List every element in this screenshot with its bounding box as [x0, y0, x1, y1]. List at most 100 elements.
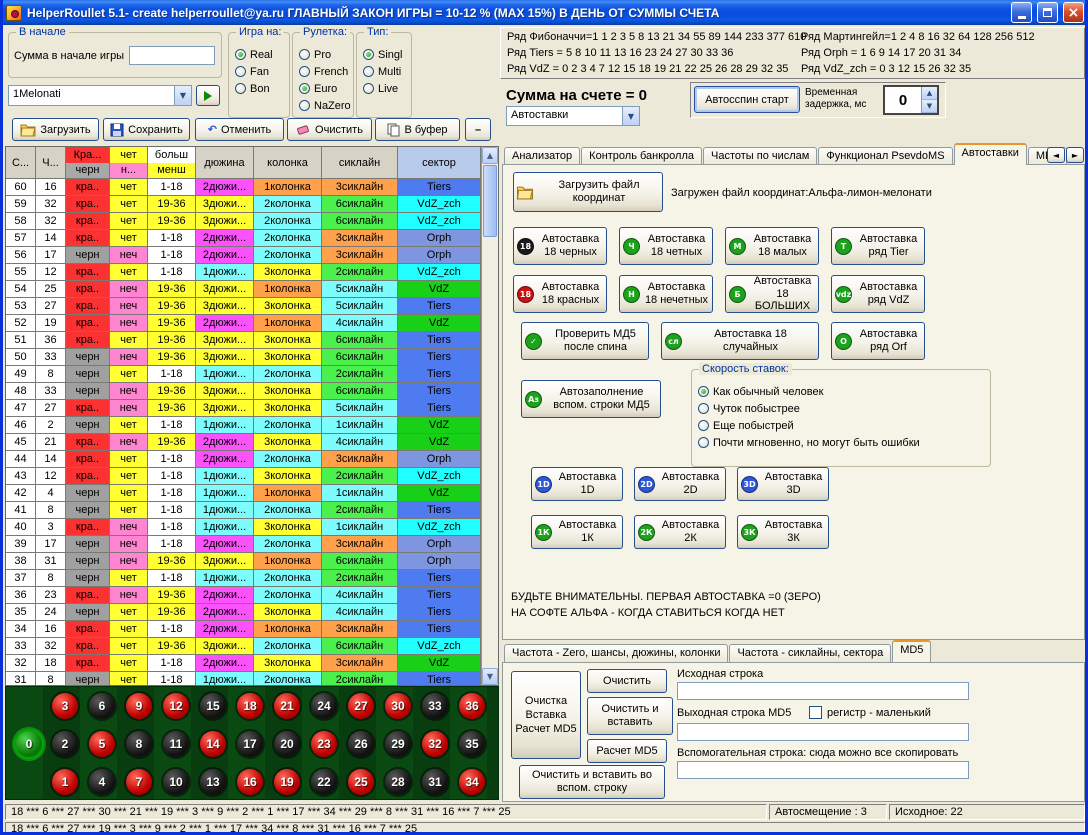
table-row[interactable]: 462чернчет1-181дюжи...2колонка1сиклайнVd… [6, 417, 481, 434]
autospin-start-button[interactable]: Автосспин старт [694, 86, 800, 113]
chevron-down-icon[interactable]: ▼ [174, 86, 191, 105]
board-number-0[interactable]: 0 [16, 731, 42, 757]
tab-функционал-psevdoms[interactable]: Функционал PsevdoMS [818, 147, 952, 165]
bet-button-автоставка-18-красных[interactable]: 18Автоставка 18 красных [513, 275, 607, 313]
tab-автоставки[interactable]: Автоставки [954, 143, 1027, 165]
table-row[interactable]: 498чернчет1-181дюжи...2колонка2сиклайнTi… [6, 366, 481, 383]
minimize-button[interactable] [1011, 2, 1032, 23]
radio-как-обычный-человек[interactable]: Как обычный человек [698, 383, 988, 400]
table-row[interactable]: 4833черннеч19-363дюжи...3колонка6сиклайн… [6, 383, 481, 400]
scroll-up-icon[interactable]: ▲ [482, 147, 498, 164]
save-button[interactable]: Сохранить [103, 118, 190, 141]
board-number-3[interactable]: 3 [52, 693, 78, 719]
table-row[interactable]: 5832кра..чет19-363дюжи...2колонка6сиклай… [6, 213, 481, 230]
table-row[interactable]: 3623кра..неч19-362дюжи...2колонка4сиклай… [6, 587, 481, 604]
bet-button-автоставка-3к[interactable]: 3КАвтоставка 3К [737, 515, 829, 549]
board-number-6[interactable]: 6 [89, 693, 115, 719]
radio-real[interactable]: Real [235, 46, 287, 63]
delay-value[interactable]: 0 [885, 87, 921, 113]
board-number-7[interactable]: 7 [126, 769, 152, 795]
radio-live[interactable]: Live [363, 80, 409, 97]
md5-source-input[interactable] [677, 682, 969, 700]
bet-button-автоставка-3d[interactable]: 3DАвтоставка 3D [737, 467, 829, 501]
table-row[interactable]: 378чернчет1-181дюжи...2колонка2сиклайнTi… [6, 570, 481, 587]
tab-частота-сиклайны-сектора[interactable]: Частота - сиклайны, сектора [729, 644, 891, 662]
board-number-17[interactable]: 17 [237, 731, 263, 757]
board-number-31[interactable]: 31 [422, 769, 448, 795]
scroll-down-icon[interactable]: ▼ [482, 668, 498, 685]
table-row[interactable]: 5714кра..чет1-182дюжи...2колонка3сиклайн… [6, 230, 481, 247]
radio-fan[interactable]: Fan [235, 63, 287, 80]
bet-button-автозаполнение-вспом-строки-мд5[interactable]: АзАвтозаполнение вспом. строки МД5 [521, 380, 661, 418]
load-button[interactable]: Загрузить [12, 118, 99, 141]
radio-singl[interactable]: Singl [363, 46, 409, 63]
radio-pro[interactable]: Pro [299, 46, 351, 63]
bet-button-автоставка-2d[interactable]: 2DАвтоставка 2D [634, 467, 726, 501]
table-row[interactable]: 5136кра..чет19-363дюжи...3колонка6сиклай… [6, 332, 481, 349]
autobets-combobox[interactable]: Автоставки ▼ [506, 106, 640, 126]
table-row[interactable]: 5327кра..неч19-363дюжи...3колонка5сиклай… [6, 298, 481, 315]
md5-output-input[interactable] [677, 723, 969, 741]
bet-button-автоставка-ряд-tier[interactable]: ТАвтоставка ряд Tier [831, 227, 925, 265]
table-row[interactable]: 4521кра..неч19-362дюжи...3колонка4сиклай… [6, 434, 481, 451]
md5-clear-paste-helper-button[interactable]: Очистить и вставить во вспом. строку [519, 765, 665, 799]
table-row[interactable]: 5932кра..чет19-363дюжи...2колонка6сиклай… [6, 196, 481, 213]
board-number-32[interactable]: 32 [422, 731, 448, 757]
bet-button-автоставка-1d[interactable]: 1DАвтоставка 1D [531, 467, 623, 501]
board-number-16[interactable]: 16 [237, 769, 263, 795]
radio-чуток-побыстрее[interactable]: Чуток побыстрее [698, 400, 988, 417]
table-row[interactable]: 4414кра..чет1-182дюжи...2колонка3сиклайн… [6, 451, 481, 468]
board-number-36[interactable]: 36 [459, 693, 485, 719]
board-number-22[interactable]: 22 [311, 769, 337, 795]
tab-частоты-по-числам[interactable]: Частоты по числам [703, 147, 817, 165]
board-number-9[interactable]: 9 [126, 693, 152, 719]
table-row[interactable]: 5617черннеч1-182дюжи...2колонка3сиклайнO… [6, 247, 481, 264]
board-number-35[interactable]: 35 [459, 731, 485, 757]
bet-button-автоставка-ряд-orf[interactable]: ОАвтоставка ряд Orf [831, 322, 925, 360]
table-row[interactable]: 3218кра..чет1-182дюжи...3колонка3сиклайн… [6, 655, 481, 672]
table-row[interactable]: 403кра..неч1-181дюжи...3колонка1сиклайнV… [6, 519, 481, 536]
spinner-down-icon[interactable]: ▼ [922, 100, 937, 113]
tab-анализатор[interactable]: Анализатор [504, 147, 580, 165]
table-row[interactable]: 6016кра..чет1-182дюжи...1колонка3сиклайн… [6, 179, 481, 196]
bet-button-автоставка-18-нечетных[interactable]: НАвтоставка 18 нечетных [619, 275, 713, 313]
table-row[interactable]: 5512кра..чет1-181дюжи...3колонка2сиклайн… [6, 264, 481, 281]
board-number-11[interactable]: 11 [163, 731, 189, 757]
table-row[interactable]: 5425кра..неч19-363дюжи...1колонка5сиклай… [6, 281, 481, 298]
table-row[interactable]: 5033черннеч19-363дюжи...3колонка6сиклайн… [6, 349, 481, 366]
tab-частота-zero-шансы-дюжины-колонки[interactable]: Частота - Zero, шансы, дюжины, колонки [504, 644, 728, 662]
bet-button-автоставка-2к[interactable]: 2КАвтоставка 2К [634, 515, 726, 549]
bet-button-автоставка-18-четных[interactable]: ЧАвтоставка 18 четных [619, 227, 713, 265]
table-row[interactable]: 3332кра..чет19-363дюжи...2колонка6сиклай… [6, 638, 481, 655]
tab-scroll-right-icon[interactable]: ► [1066, 147, 1084, 163]
load-coords-button[interactable]: Загрузить файл координат [513, 172, 663, 212]
board-number-34[interactable]: 34 [459, 769, 485, 795]
table-row[interactable]: 3917черннеч1-182дюжи...2колонка3сиклайнO… [6, 536, 481, 553]
board-number-13[interactable]: 13 [200, 769, 226, 795]
radio-почти-мгновенно-но-могут-быть-ошибки[interactable]: Почти мгновенно, но могут быть ошибки [698, 434, 988, 451]
bet-button-автоставка-1к[interactable]: 1КАвтоставка 1К [531, 515, 623, 549]
tab-scroll-left-icon[interactable]: ◄ [1047, 147, 1065, 163]
lowercase-checkbox[interactable] [809, 706, 822, 719]
board-number-8[interactable]: 8 [126, 731, 152, 757]
tab-контроль-банкролла[interactable]: Контроль банкролла [581, 147, 702, 165]
board-number-27[interactable]: 27 [348, 693, 374, 719]
table-row[interactable]: 318чернчет1-181дюжи...2колонка2сиклайнTi… [6, 672, 481, 685]
maximize-button[interactable] [1037, 2, 1058, 23]
collapse-button[interactable]: – [465, 118, 491, 141]
chevron-down-icon[interactable]: ▼ [622, 107, 639, 125]
start-sum-input[interactable] [129, 46, 215, 65]
board-number-26[interactable]: 26 [348, 731, 374, 757]
board-number-15[interactable]: 15 [200, 693, 226, 719]
board-number-24[interactable]: 24 [311, 693, 337, 719]
radio-euro[interactable]: Euro [299, 80, 351, 97]
board-number-29[interactable]: 29 [385, 731, 411, 757]
board-number-19[interactable]: 19 [274, 769, 300, 795]
md5-clear-paste-button[interactable]: Очистить и вставить [587, 697, 673, 735]
board-number-10[interactable]: 10 [163, 769, 189, 795]
bet-button-автоставка-18-больших[interactable]: БАвтоставка 18 БОЛЬШИХ [725, 275, 819, 313]
close-button[interactable]: × [1063, 2, 1084, 23]
clear-button[interactable]: Очистить [287, 118, 372, 141]
spinner-up-icon[interactable]: ▲ [922, 87, 937, 100]
radio-nazero[interactable]: NaZero [299, 97, 351, 114]
